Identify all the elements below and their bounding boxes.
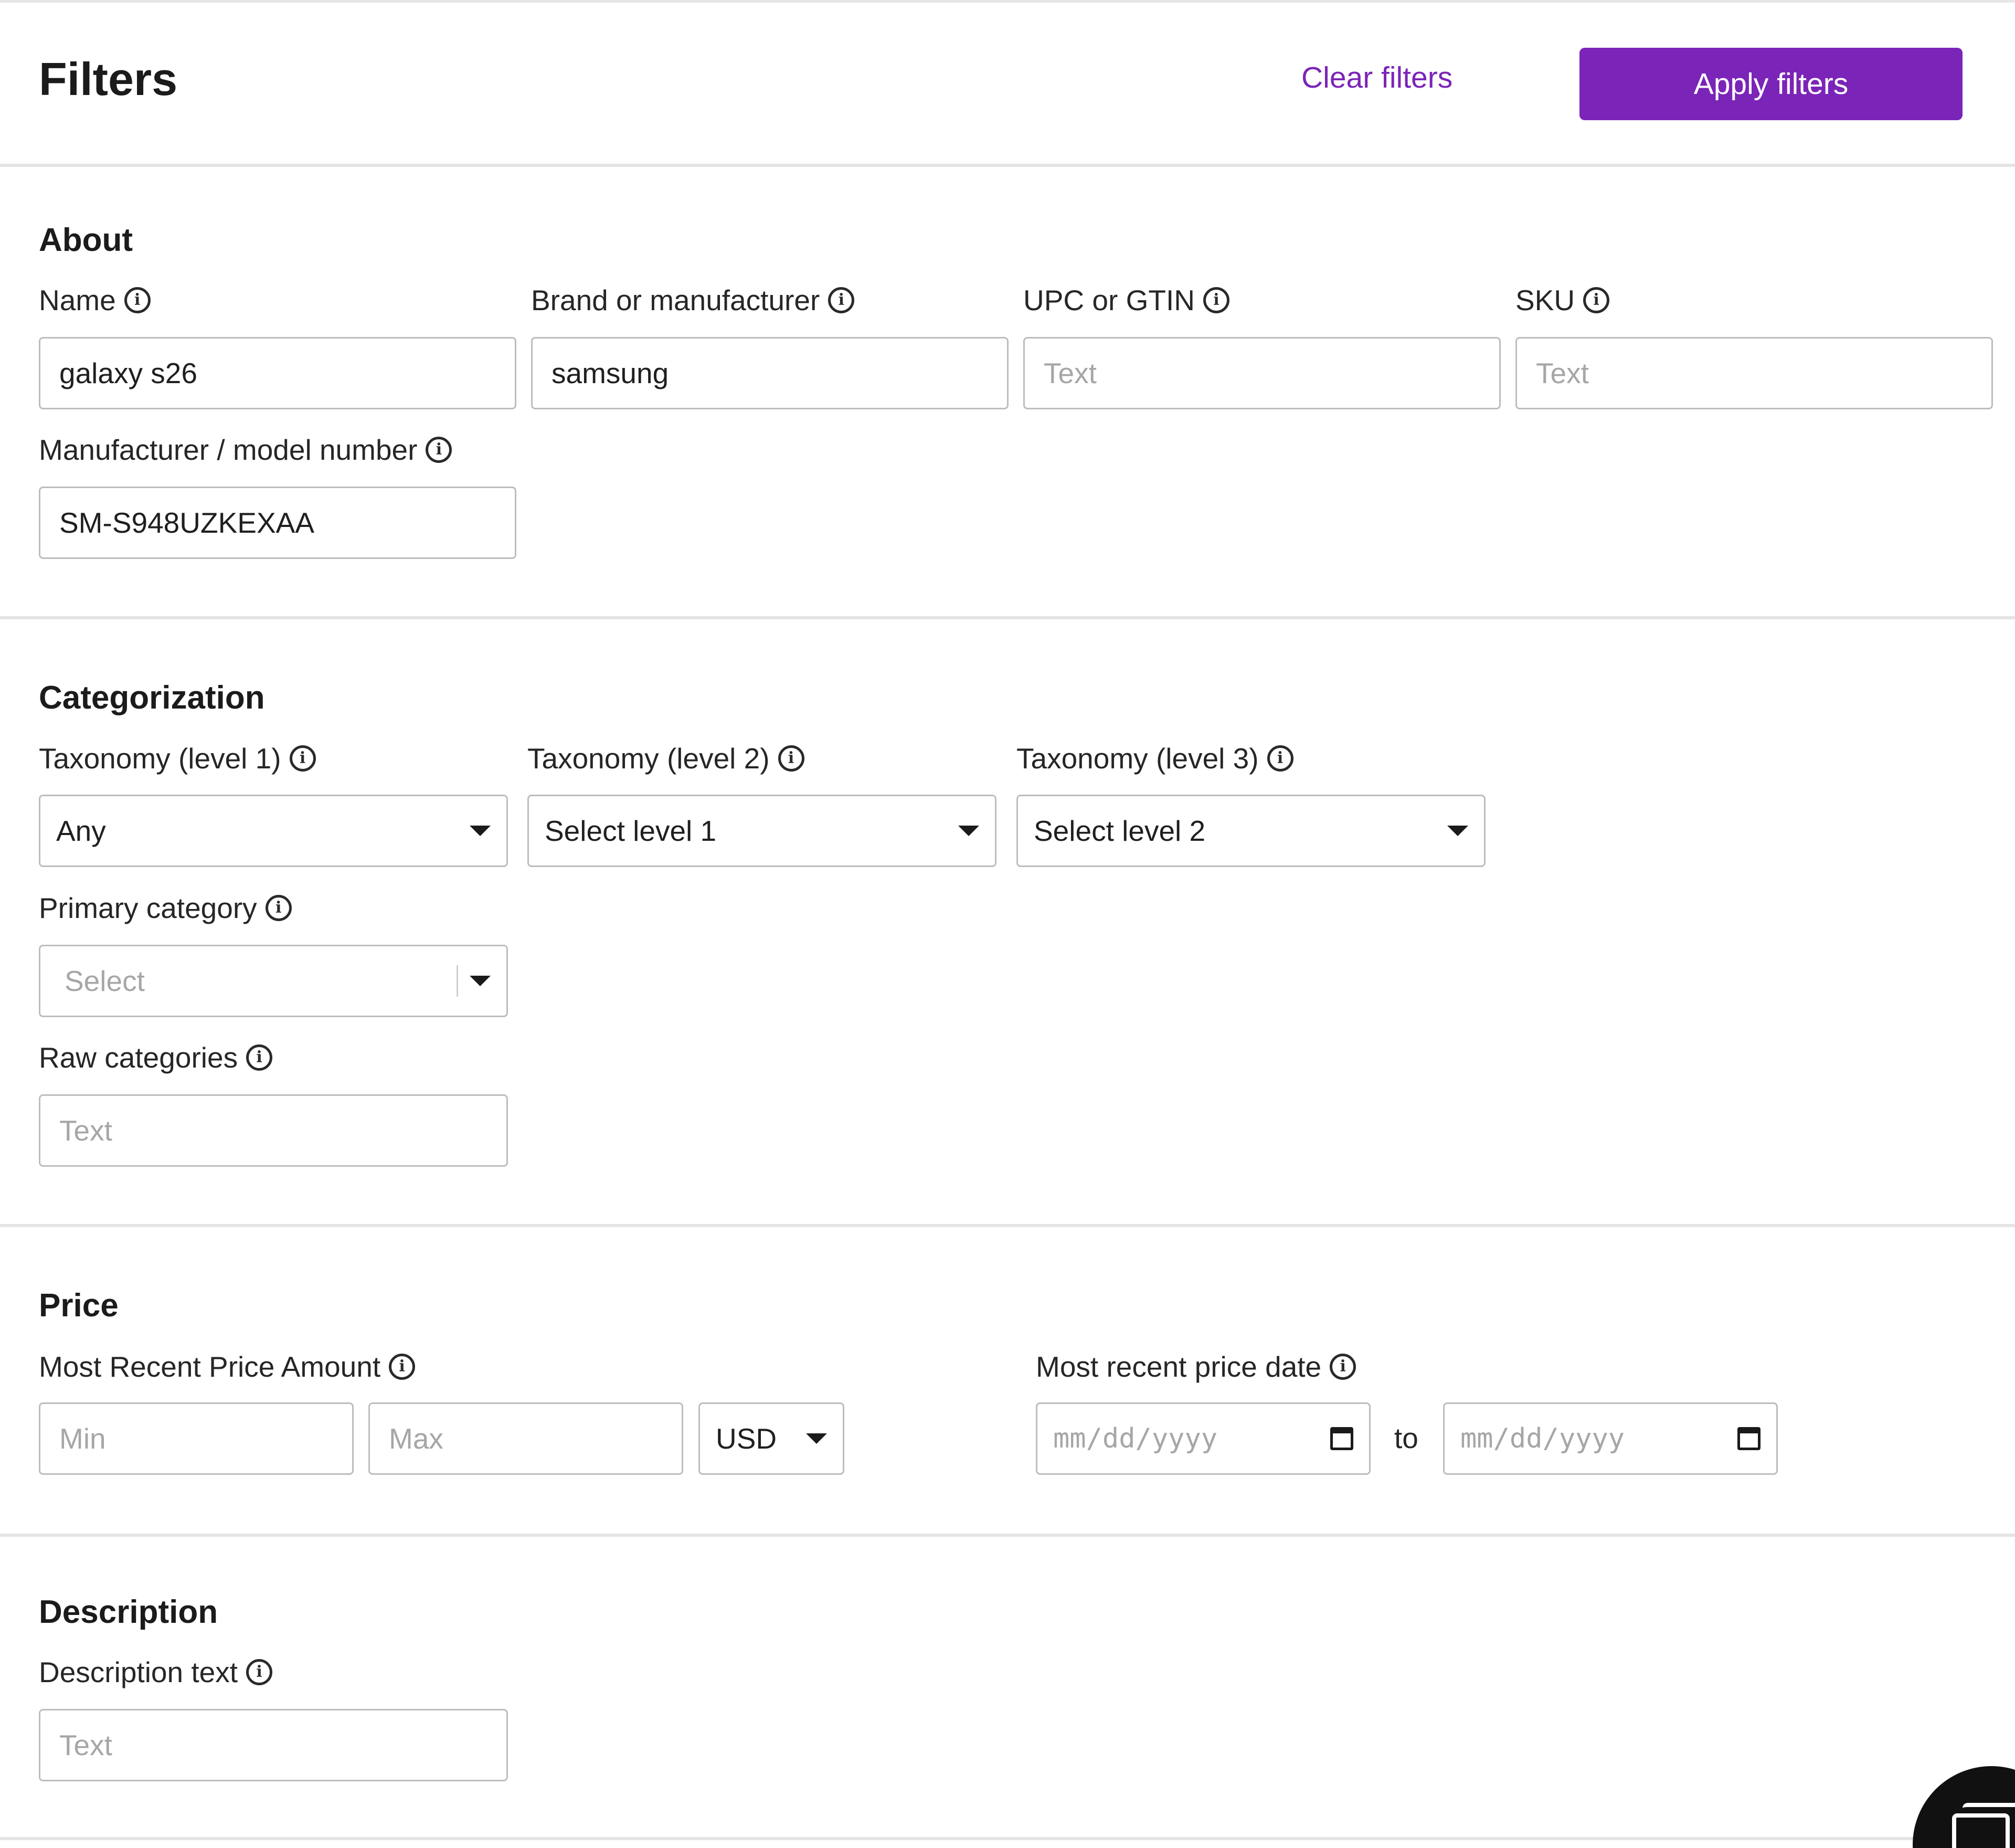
section-title-description: Description <box>39 1594 218 1630</box>
date-from-placeholder: mm/dd/yyyy <box>1053 1423 1218 1454</box>
apply-filters-button[interactable]: Apply filters <box>1579 48 1963 120</box>
raw-categories-field[interactable] <box>39 1094 508 1167</box>
price-date-label: Most recent price date i <box>1036 1350 1356 1384</box>
upc-field[interactable] <box>1023 337 1501 409</box>
divider <box>0 164 2015 167</box>
info-icon[interactable]: i <box>1583 287 1610 313</box>
info-icon[interactable]: i <box>246 1044 273 1071</box>
info-icon[interactable]: i <box>265 895 292 921</box>
price-max-field[interactable] <box>368 1402 683 1475</box>
model-input[interactable] <box>59 506 496 540</box>
divider <box>0 1224 2015 1227</box>
taxonomy-1-label-text: Taxonomy (level 1) <box>39 742 281 775</box>
upc-input[interactable] <box>1044 356 1480 390</box>
name-label: Name i <box>39 283 151 317</box>
name-input[interactable] <box>59 356 496 390</box>
floating-action-button[interactable] <box>1913 1766 2015 1848</box>
model-field[interactable] <box>39 487 516 559</box>
taxonomy-3-value: Select level 2 <box>1034 815 1206 847</box>
divider <box>0 1534 2015 1537</box>
taxonomy-1-label: Taxonomy (level 1) i <box>39 742 316 775</box>
taxonomy-2-select[interactable]: Select level 1 <box>527 795 996 867</box>
price-min-field[interactable] <box>39 1402 354 1475</box>
calendar-icon[interactable] <box>1330 1427 1353 1450</box>
sku-label-text: SKU <box>1515 284 1575 316</box>
name-field[interactable] <box>39 337 516 409</box>
calendar-icon[interactable] <box>1737 1427 1761 1450</box>
date-to-placeholder: mm/dd/yyyy <box>1460 1423 1625 1454</box>
primary-category-placeholder: Select <box>65 965 145 997</box>
indicator-separator <box>457 965 458 997</box>
caret-down-icon <box>1447 826 1468 836</box>
caret-down-icon <box>470 826 491 836</box>
section-title-categorization: Categorization <box>39 680 265 716</box>
taxonomy-3-select[interactable]: Select level 2 <box>1016 795 1486 867</box>
price-date-from-field[interactable]: mm/dd/yyyy <box>1036 1402 1371 1475</box>
price-date-label-text: Most recent price date <box>1036 1350 1322 1383</box>
info-icon[interactable]: i <box>426 437 452 463</box>
date-range-to-label: to <box>1394 1422 1418 1454</box>
currency-value: USD <box>716 1422 777 1455</box>
description-text-label: Description text i <box>39 1655 273 1689</box>
info-icon[interactable]: i <box>778 745 804 772</box>
taxonomy-2-label-text: Taxonomy (level 2) <box>527 742 770 775</box>
primary-category-select[interactable]: Select <box>39 945 508 1017</box>
description-text-field[interactable] <box>39 1709 508 1781</box>
upc-label-text: UPC or GTIN <box>1023 284 1195 316</box>
filters-header: Filters Clear filters Apply filters <box>0 3 2015 164</box>
price-min-input[interactable] <box>59 1422 333 1455</box>
price-date-to-field[interactable]: mm/dd/yyyy <box>1443 1402 1778 1475</box>
raw-categories-label: Raw categories i <box>39 1041 273 1074</box>
caret-down-icon <box>958 826 979 836</box>
description-text-label-text: Description text <box>39 1656 238 1688</box>
taxonomy-1-value: Any <box>56 815 106 847</box>
raw-categories-label-text: Raw categories <box>39 1041 238 1074</box>
price-amount-label: Most Recent Price Amount i <box>39 1350 416 1384</box>
taxonomy-3-label: Taxonomy (level 3) i <box>1016 742 1293 775</box>
section-title-price: Price <box>39 1287 119 1324</box>
brand-label-text: Brand or manufacturer <box>531 284 820 316</box>
info-icon[interactable]: i <box>246 1659 273 1685</box>
info-icon[interactable]: i <box>1203 287 1229 313</box>
info-icon[interactable]: i <box>124 287 151 313</box>
primary-category-label-text: Primary category <box>39 892 257 924</box>
info-icon[interactable]: i <box>289 745 316 772</box>
caret-down-icon[interactable] <box>470 976 491 986</box>
taxonomy-1-select[interactable]: Any <box>39 795 508 867</box>
upc-label: UPC or GTIN i <box>1023 283 1229 317</box>
price-amount-label-text: Most Recent Price Amount <box>39 1350 381 1383</box>
info-icon[interactable]: i <box>389 1354 416 1380</box>
model-label-text: Manufacturer / model number <box>39 434 418 466</box>
info-icon[interactable]: i <box>1330 1354 1356 1380</box>
page-title: Filters <box>39 53 178 105</box>
divider <box>0 1837 2015 1840</box>
section-title-about: About <box>39 222 133 258</box>
sku-field[interactable] <box>1515 337 1993 409</box>
sku-input[interactable] <box>1536 356 1972 390</box>
currency-select[interactable]: USD <box>698 1402 844 1475</box>
description-text-input[interactable] <box>59 1728 487 1762</box>
info-icon[interactable]: i <box>1267 745 1293 772</box>
taxonomy-3-label-text: Taxonomy (level 3) <box>1016 742 1259 775</box>
primary-category-label: Primary category i <box>39 891 292 925</box>
windows-icon <box>1952 1813 2010 1848</box>
name-label-text: Name <box>39 284 116 316</box>
info-icon[interactable]: i <box>828 287 855 313</box>
brand-label: Brand or manufacturer i <box>531 283 855 317</box>
taxonomy-2-label: Taxonomy (level 2) i <box>527 742 804 775</box>
select-indicators <box>457 965 491 997</box>
sku-label: SKU i <box>1515 283 1610 317</box>
model-label: Manufacturer / model number i <box>39 433 452 467</box>
divider <box>0 616 2015 619</box>
price-max-input[interactable] <box>389 1422 663 1455</box>
clear-filters-button[interactable]: Clear filters <box>1301 60 1452 95</box>
raw-categories-input[interactable] <box>59 1114 487 1147</box>
brand-input[interactable] <box>552 356 988 390</box>
taxonomy-2-value: Select level 1 <box>545 815 717 847</box>
brand-field[interactable] <box>531 337 1009 409</box>
caret-down-icon <box>806 1433 827 1444</box>
